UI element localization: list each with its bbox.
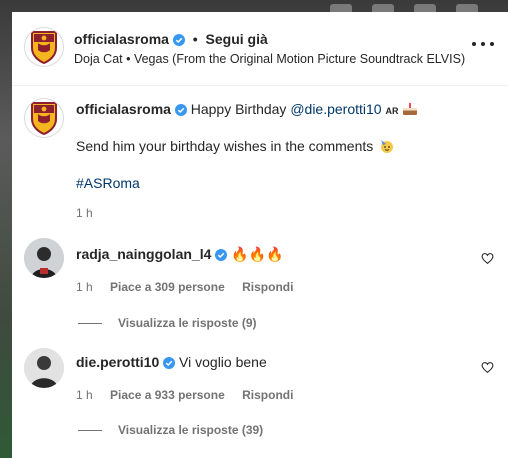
avatar[interactable]	[24, 238, 64, 278]
view-replies-button[interactable]: Visualizza le risposte (39)	[78, 423, 263, 437]
caption-line-1: officialasroma Happy Birthday @die.perot…	[76, 100, 418, 120]
roma-crest-logo	[31, 102, 57, 135]
comment-line: radja_nainggolan_l4 🔥🔥🔥	[76, 245, 283, 264]
verified-badge-icon	[215, 249, 228, 261]
separator-dot: •	[192, 31, 198, 47]
mention-link[interactable]: @die.perotti10	[290, 101, 381, 117]
comment-time: 1 h	[76, 388, 93, 402]
caption-line-2: Send him your birthday wishes in the com…	[76, 137, 395, 155]
caption-text: Happy Birthday	[190, 101, 287, 117]
user-photo	[24, 348, 64, 388]
likes-count-link[interactable]: Piace a 933 persone	[110, 388, 225, 402]
avatar[interactable]	[24, 348, 64, 388]
view-replies-label: Visualizza le risposte (9)	[118, 316, 257, 330]
view-replies-button[interactable]: Visualizza le risposte (9)	[78, 316, 257, 330]
reply-button[interactable]: Rispondi	[242, 280, 293, 294]
replies-divider	[78, 430, 102, 432]
comment-text: 🔥🔥🔥	[231, 247, 284, 263]
avatar[interactable]	[24, 98, 64, 138]
audio-track-label[interactable]: Doja Cat • Vegas (From the Original Moti…	[74, 52, 465, 66]
heart-icon[interactable]	[481, 252, 494, 265]
comment-text: Vi voglio bene	[179, 354, 267, 370]
replies-divider	[78, 323, 102, 325]
comment-time: 1 h	[76, 280, 93, 294]
comment-username[interactable]: radja_nainggolan_l4	[76, 246, 211, 262]
likes-count-link[interactable]: Piace a 309 persone	[110, 280, 225, 294]
header-username[interactable]: officialasroma	[74, 31, 169, 47]
avatar[interactable]	[24, 27, 64, 67]
party-face-emoji	[381, 140, 394, 153]
comment-line: die.perotti10 Vi voglio bene	[76, 353, 267, 371]
comment-username[interactable]: die.perotti10	[76, 354, 159, 370]
verified-badge-icon	[172, 34, 185, 46]
caption-text: Send him your birthday wishes in the com…	[76, 138, 374, 154]
roma-crest-logo	[31, 31, 57, 64]
ar-badge: AR	[385, 106, 399, 116]
comment-meta: 1 h Piace a 309 persone Rispondi	[76, 280, 307, 294]
view-replies-label: Visualizza le risposte (39)	[118, 423, 264, 437]
caption-username[interactable]: officialasroma	[76, 101, 171, 117]
comment-meta: 1 h Piace a 933 persone Rispondi	[76, 388, 307, 402]
verified-badge-icon	[163, 357, 176, 369]
following-button[interactable]: Segui già	[206, 31, 268, 47]
post-comments-panel: officialasroma • Segui già Doja Cat • Ve…	[12, 12, 508, 458]
heart-icon[interactable]	[481, 361, 494, 374]
caption-time: 1 h	[76, 206, 93, 220]
user-photo	[24, 238, 64, 278]
post-header: officialasroma • Segui già Doja Cat • Ve…	[12, 12, 508, 86]
reply-button[interactable]: Rispondi	[242, 388, 293, 402]
more-options-icon[interactable]	[472, 42, 494, 48]
hashtag-link[interactable]: #ASRoma	[76, 174, 140, 192]
verified-badge-icon	[174, 104, 187, 116]
header-user-line: officialasroma • Segui già	[74, 31, 268, 47]
cake-emoji	[403, 103, 418, 115]
